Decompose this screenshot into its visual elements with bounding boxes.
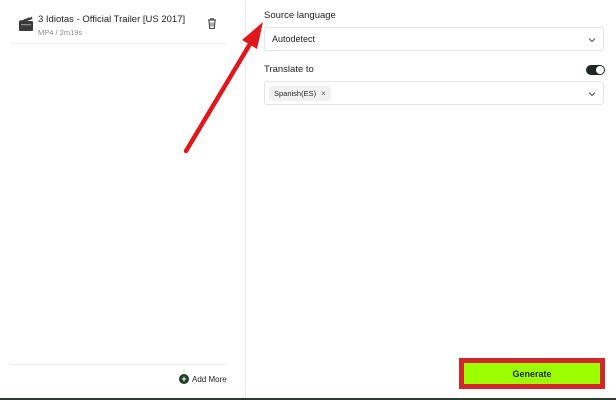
translate-to-label: Translate to [264,64,314,75]
file-name: 3 Idiotas - Official Trailer [US 2017] [38,14,186,25]
trash-icon[interactable] [206,17,218,30]
file-meta: MP4 / 2m19s [38,28,83,37]
translate-toggle[interactable] [586,65,605,75]
source-language-value: Autodetect [272,34,316,44]
left-footer-divider [10,364,226,365]
language-chip-label: Spanish(ES) [274,89,317,98]
plus-circle-icon: + [179,374,189,384]
clapperboard-icon [19,16,33,31]
generate-button[interactable]: Generate [464,363,600,384]
add-more-label: Add More [192,374,227,384]
chevron-down-icon [588,38,596,43]
target-language-select[interactable]: Spanish(ES) × [264,81,604,105]
source-language-label: Source language [264,10,336,21]
app-window: 3 Idiotas - Official Trailer [US 2017] M… [0,0,616,400]
toggle-knob [596,66,604,74]
add-more-button[interactable]: + Add More [179,373,227,385]
close-icon[interactable]: × [321,89,326,98]
source-language-select[interactable]: Autodetect [264,27,604,51]
chevron-down-icon [588,92,596,97]
file-list-panel: 3 Idiotas - Official Trailer [US 2017] M… [0,0,246,398]
file-list-item[interactable]: 3 Idiotas - Official Trailer [US 2017] M… [10,8,226,44]
generate-highlight-box: Generate [459,358,605,389]
language-chip: Spanish(ES) × [269,86,331,101]
